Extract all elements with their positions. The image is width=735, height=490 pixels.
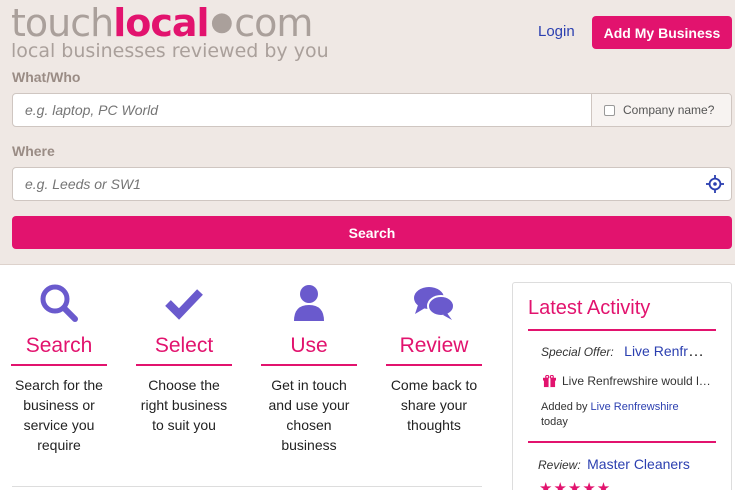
divider [136,364,232,366]
review-business-link[interactable]: Master Cleaners [587,456,690,472]
user-icon [294,285,324,321]
activity-timestamp: today [541,416,568,428]
locate-me-icon[interactable] [706,175,724,193]
divider [12,486,482,487]
check-icon [165,289,203,320]
activity-offer-heading: Special Offer: Live Renfrewshire [541,343,711,361]
step-title: Select [154,334,214,357]
offer-business-link[interactable]: Live Renfrewshire [624,343,711,359]
activity-review-heading: Review: Master Cleaners [538,456,690,472]
divider [261,364,357,366]
divider [11,364,107,366]
login-link[interactable]: Login [538,23,575,40]
activity-added-by: Added by Live Renfrewshire [541,401,679,413]
gift-icon [543,374,556,387]
latest-activity-panel: Latest Activity Special Offer: Live Renf… [512,282,732,490]
step-search: Search Search for the business or service … [4,282,114,455]
divider [528,441,716,443]
logo-wordmark: touchlocal●com [11,1,313,45]
search-button[interactable]: Search [12,216,732,249]
what-who-input[interactable] [13,94,591,126]
step-description: Choose the right business to suit you [140,377,228,433]
what-who-field: Company name? [12,93,732,127]
what-who-label: What/Who [12,69,81,85]
step-use: Use Get in touch and use your chosen busine… [254,282,364,455]
step-title: Use [290,334,328,357]
chat-bubbles-icon [414,287,455,320]
where-field [12,167,732,201]
where-label: Where [12,143,55,159]
step-description: Search for the business or service you requ… [15,377,103,453]
add-my-business-button[interactable]: Add My Business [592,16,732,49]
star-rating: ★★★★★ [539,480,612,490]
activity-offer-text[interactable]: Live Renfrewshire would like to offer [543,374,713,388]
divider [528,329,716,331]
touchlocal-logo[interactable]: touchlocal●com local businesses reviewed… [11,2,329,61]
step-select: Select Choose the right business to suit y… [129,282,239,435]
where-input[interactable] [13,168,693,200]
company-name-checkbox[interactable] [604,104,615,116]
divider [386,364,482,366]
step-title: Review [399,334,469,357]
step-review: Review Come back to share your thoughts [379,282,489,435]
step-title: Search [25,334,93,357]
company-name-label: Company name? [623,103,715,117]
company-name-toggle[interactable]: Company name? [591,94,731,126]
latest-activity-title: Latest Activity [528,297,651,319]
added-by-link[interactable]: Live Renfrewshire [591,401,679,413]
search-icon [40,284,78,322]
logo-tagline: local businesses reviewed by you [11,40,329,62]
step-description: Get in touch and use your chosen business [268,377,350,453]
search-header: touchlocal●com local businesses reviewed… [0,0,735,265]
step-description: Come back to share your thoughts [390,377,478,433]
